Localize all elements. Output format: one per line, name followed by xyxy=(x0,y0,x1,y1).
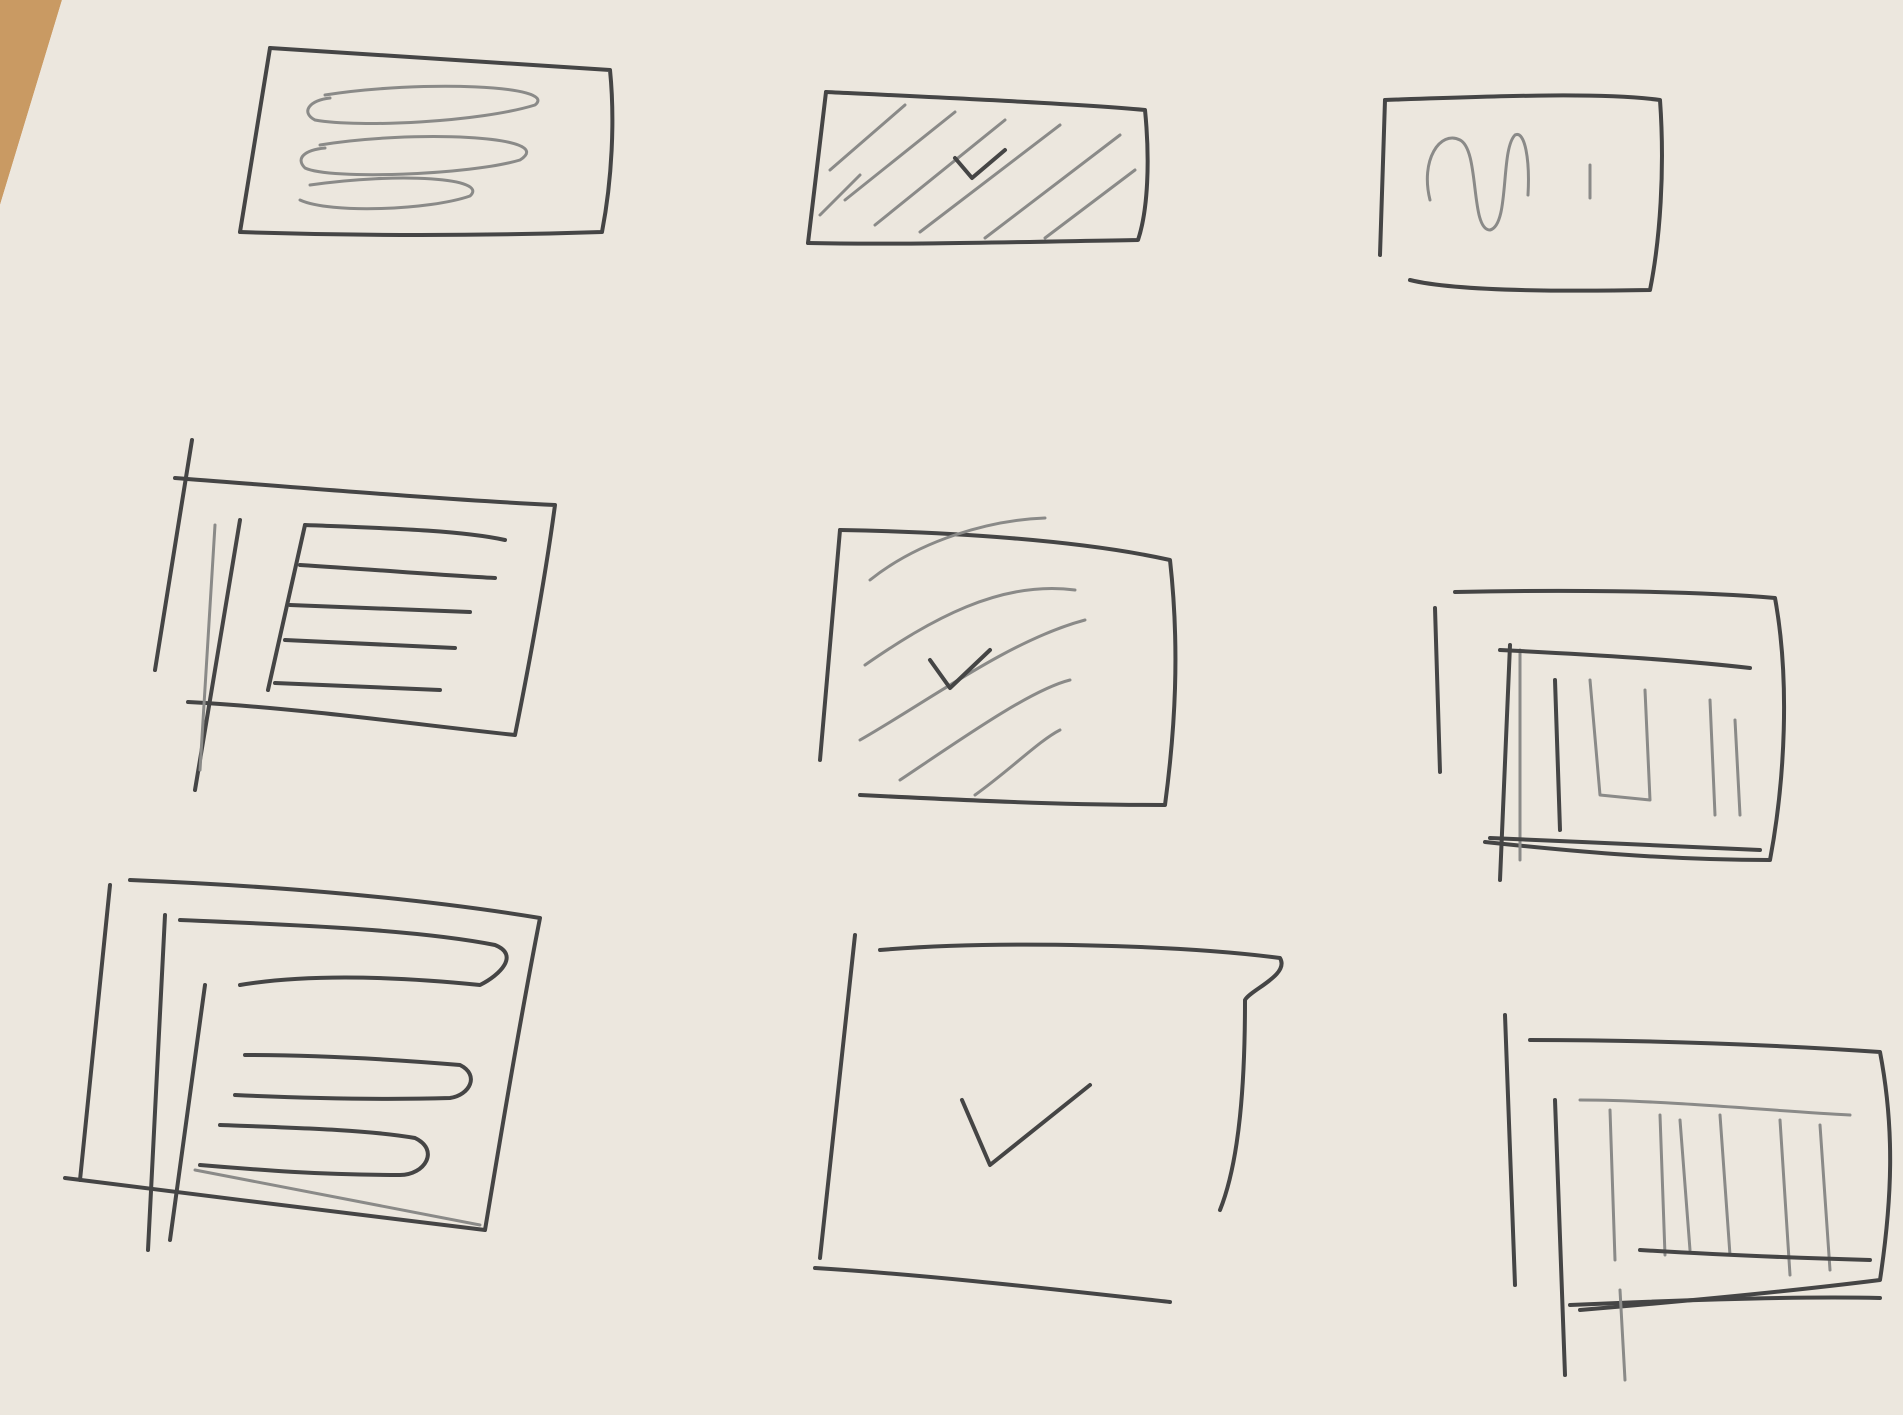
sketch-photo xyxy=(0,0,1903,1415)
